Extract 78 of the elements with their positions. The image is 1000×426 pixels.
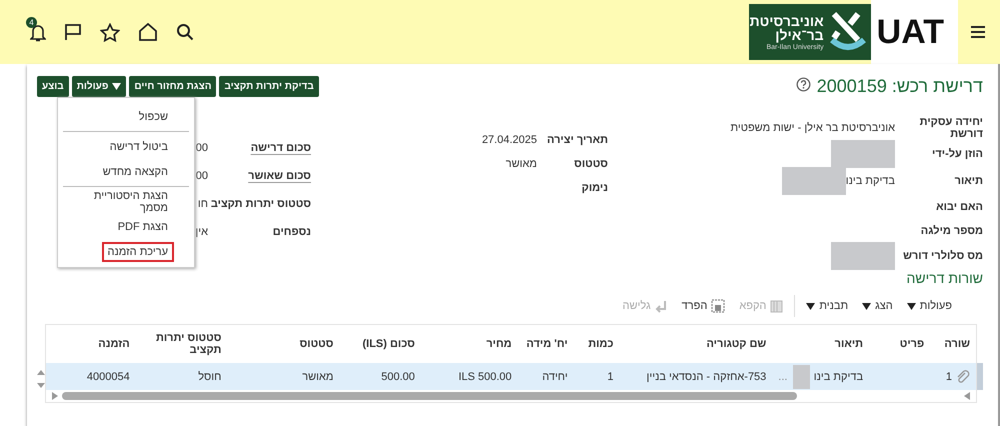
page-title: דרישת רכש: 2000159 (816, 76, 983, 96)
field-label: מספר מילגה (920, 224, 983, 237)
home-icon[interactable] (138, 23, 158, 41)
menu-item[interactable]: הקצאה מחדש (96, 162, 174, 182)
field-value: 00 (196, 170, 208, 182)
column-header[interactable]: פריט (869, 325, 930, 363)
table-cell: יחידה (542, 370, 568, 382)
ellipsis-text: ... (778, 370, 788, 382)
wrap-icon (654, 300, 668, 312)
field-label: תאריך יצירה (546, 134, 608, 146)
action-button[interactable]: בדיקת יתרות תקציב (219, 76, 319, 96)
column-header[interactable]: הזמנה (46, 325, 136, 363)
toolbar-button[interactable]: הצג (859, 300, 896, 312)
menu-item[interactable]: הצגת PDF (112, 216, 174, 236)
field-value: אוניברסיטת בר אילן - ישות משפטית (730, 122, 895, 134)
caret-icon (112, 82, 122, 90)
menu-item[interactable]: הצגת היסטוריית מסמך (78, 186, 174, 218)
logo-text: בר־אילן (774, 28, 824, 42)
column-header[interactable]: תיאור (772, 325, 870, 363)
column-header[interactable]: שורה (930, 325, 976, 363)
detach-icon (711, 299, 726, 313)
field-link[interactable]: סכום דרישה (211, 142, 311, 154)
column-header[interactable]: סטטוס (227, 325, 340, 363)
caret-icon (906, 302, 916, 310)
column-header[interactable]: יח' מידה (518, 325, 574, 363)
table-cell: מאושר (302, 370, 334, 382)
caret-icon (806, 302, 816, 310)
action-button[interactable]: בוצע (37, 76, 69, 96)
flag-icon[interactable] (64, 23, 82, 41)
field-label: נימוק (580, 182, 608, 194)
field-value: אין (195, 226, 208, 238)
logo-text: אוניברסיטת (750, 14, 824, 28)
notification-badge: 4 (26, 16, 37, 28)
scroll-left-icon[interactable] (964, 392, 970, 400)
environment-label: UAT (870, 0, 958, 64)
toolbar-button[interactable]: הפרד (678, 299, 728, 313)
vertical-scrollbar[interactable] (977, 363, 983, 390)
field-link[interactable]: סכום שאושר (211, 170, 311, 182)
field-label: סטטוס (573, 158, 608, 170)
field-value: מאושר (506, 158, 537, 170)
menu-icon[interactable] (970, 25, 986, 39)
field-label: האם יבוא (935, 200, 983, 213)
section-title: שורות דרישה (905, 270, 983, 286)
field-value: 00 (196, 142, 208, 154)
column-header[interactable]: סטטוס יתרות תקציב (136, 325, 228, 363)
star-icon[interactable] (100, 22, 120, 42)
field-value: בדיקת בינו (846, 175, 895, 187)
caret-icon (862, 302, 872, 310)
table-cell: ILS 500.00 (458, 370, 512, 382)
column-header[interactable]: מחיר (420, 325, 518, 363)
field-label: תיאור (954, 174, 983, 187)
column-header[interactable]: כמות (574, 325, 620, 363)
menu-item[interactable]: ביטול דרישה (104, 136, 174, 156)
actions-dropdown[interactable]: פעולות (72, 76, 126, 96)
field-label: סטטוס יתרות תקציב (211, 198, 311, 210)
column-header[interactable]: שם קטגוריה (620, 325, 772, 363)
table-cell: 4000054 (86, 370, 130, 382)
toolbar-button[interactable]: תבנית (803, 300, 852, 312)
column-header[interactable]: סכום (ILS) (339, 325, 421, 363)
menu-item[interactable]: עריכת הזמנה (102, 242, 174, 262)
scroll-right-icon[interactable] (52, 392, 58, 400)
action-button[interactable]: הצגת מחזור חיים (129, 76, 216, 96)
table-cell: 500.00 (381, 370, 415, 382)
field-label: נספחים (272, 226, 311, 238)
field-value: 27.04.2025 (482, 134, 537, 146)
field-label: הוזן על-ידי (931, 148, 983, 160)
field-label: מס סלולרי דורש (903, 250, 983, 262)
table-cell: בדיקת בינו (814, 370, 864, 382)
table-cell: 1 (946, 370, 952, 382)
table-cell: 753-אחזקה - הנסדאי בניין (646, 370, 766, 382)
menu-item[interactable]: שכפול (132, 106, 174, 126)
search-icon[interactable] (176, 23, 194, 41)
toolbar-button[interactable]: פעולות (904, 300, 955, 312)
table-cell: 1 (607, 370, 614, 382)
field-label: יחידה עסקית דורשת (918, 116, 983, 140)
field-value: חו (198, 198, 208, 210)
freeze-icon (770, 300, 784, 312)
table-cell: חוסל (198, 370, 222, 382)
